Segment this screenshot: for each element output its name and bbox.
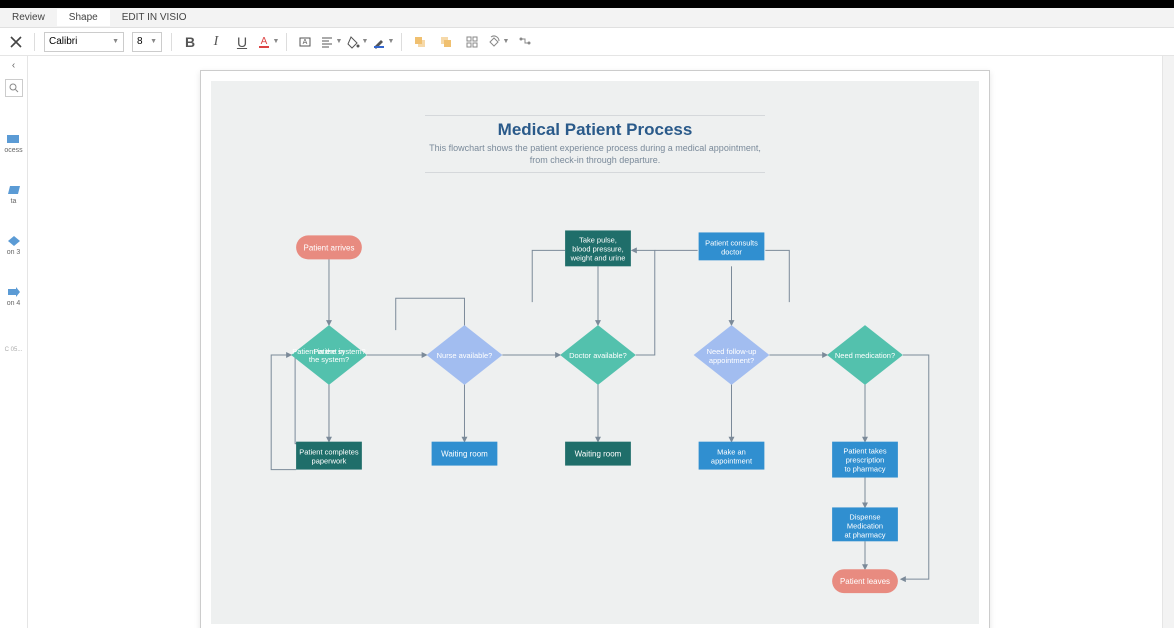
svg-text:Make an: Make an (717, 448, 746, 457)
chevron-down-icon: ▼ (112, 38, 119, 45)
svg-text:Need medication?: Need medication? (835, 351, 895, 360)
svg-text:Patient takes: Patient takes (843, 447, 886, 456)
tab-review[interactable]: Review (0, 9, 57, 26)
svg-text:Need follow-up: Need follow-up (707, 347, 757, 356)
node-followup[interactable]: Need follow-up appointment? (694, 325, 770, 385)
svg-text:prescription: prescription (846, 456, 885, 465)
font-color-button[interactable]: A ▼ (256, 31, 280, 53)
svg-text:Waiting room: Waiting room (575, 450, 622, 459)
fill-button[interactable]: ▼ (345, 31, 369, 53)
shape-label: C 05... (5, 347, 23, 353)
shapes-panel: ‹ ocess ta on 3 on 4 (0, 56, 28, 628)
svg-text:Medication: Medication (847, 521, 883, 530)
shape-stencil-process[interactable]: ocess (4, 133, 22, 154)
tab-shape[interactable]: Shape (57, 9, 110, 26)
shape-stencil-decision[interactable]: on 3 (7, 235, 21, 256)
bring-forward-button[interactable] (408, 31, 432, 53)
svg-text:at pharmacy: at pharmacy (844, 530, 885, 539)
svg-text:doctor: doctor (721, 247, 742, 256)
svg-text:to pharmacy: to pharmacy (844, 465, 885, 474)
node-make-appointment[interactable]: Make an appointment (699, 442, 765, 470)
send-backward-button[interactable] (434, 31, 458, 53)
svg-text:Doctor available?: Doctor available? (569, 351, 627, 360)
line-color-button[interactable]: ▼ (371, 31, 395, 53)
chevron-down-icon: ▼ (273, 38, 280, 45)
shape-stencil-data[interactable]: ta (7, 184, 21, 205)
node-patient-arrives[interactable]: Patient arrives (296, 235, 362, 259)
shape-label: on 4 (7, 300, 21, 307)
vertical-scrollbar[interactable] (1162, 56, 1174, 628)
node-take-vitals[interactable]: Take pulse, blood pressure, weight and u… (565, 230, 631, 266)
chevron-down-icon: ▼ (362, 38, 369, 45)
chevron-down-icon: ▼ (388, 38, 395, 45)
node-nurse-available[interactable]: Nurse available? (427, 325, 503, 385)
svg-text:Patient arrives: Patient arrives (304, 243, 355, 252)
svg-text:Take pulse,: Take pulse, (579, 235, 617, 244)
node-waiting-room-2[interactable]: Waiting room (565, 442, 631, 466)
font-size: 8 (137, 36, 143, 47)
svg-text:A: A (260, 36, 267, 47)
chevron-down-icon: ▼ (503, 38, 510, 45)
chevron-down-icon: ▼ (336, 38, 343, 45)
group-button[interactable] (460, 31, 484, 53)
separator (286, 33, 287, 51)
svg-text:appointment?: appointment? (709, 356, 754, 365)
tab-edit-in-visio[interactable]: EDIT IN VISIO (110, 9, 199, 26)
svg-text:Waiting room: Waiting room (441, 450, 488, 459)
svg-text:Patient completes: Patient completes (299, 448, 359, 457)
canvas[interactable]: Medical Patient Process This flowchart s… (28, 56, 1162, 628)
node-patient-in-system[interactable]: Patient in the system? Patient in the sy… (291, 325, 367, 385)
font-size-select[interactable]: 8 ▼ (132, 32, 162, 52)
separator (171, 33, 172, 51)
node-paperwork[interactable]: Patient completes paperwork (296, 442, 362, 470)
svg-text:Dispense: Dispense (849, 512, 880, 521)
node-doctor-available[interactable]: Doctor available? (560, 325, 636, 385)
title-bar (0, 0, 1174, 8)
bold-button[interactable]: B (178, 31, 202, 53)
svg-text:Nurse available?: Nurse available? (437, 351, 493, 360)
align-button[interactable]: ▼ (319, 31, 343, 53)
toolbar: Calibri ▼ 8 ▼ B I U A ▼ A ▼ ▼ ▼ (0, 28, 1174, 56)
shape-label: ta (11, 198, 17, 205)
close-button[interactable] (4, 31, 28, 53)
svg-text:blood pressure,: blood pressure, (572, 244, 623, 253)
separator (401, 33, 402, 51)
chevron-down-icon: ▼ (150, 38, 157, 45)
node-need-medication[interactable]: Need medication? (827, 325, 903, 385)
arrange-button[interactable] (512, 31, 536, 53)
svg-text:Patient leaves: Patient leaves (840, 577, 890, 586)
node-waiting-room-1[interactable]: Waiting room (432, 442, 498, 466)
separator (34, 33, 35, 51)
shape-stencil-more[interactable]: C 05... (5, 347, 23, 353)
underline-button[interactable]: U (230, 31, 254, 53)
node-consults-doctor[interactable]: Patient consults doctor (699, 232, 765, 260)
flowchart-svg: Patient arrives Patient in the system? P… (211, 81, 979, 624)
ribbon-tabs: Review Shape EDIT IN VISIO (0, 8, 1174, 28)
svg-text:appointment: appointment (711, 457, 753, 466)
svg-text:paperwork: paperwork (312, 457, 347, 466)
rotate-shape-button[interactable]: ▼ (486, 31, 510, 53)
svg-text:Patient consults: Patient consults (705, 238, 758, 247)
font-name: Calibri (49, 36, 77, 47)
page: Medical Patient Process This flowchart s… (200, 70, 990, 628)
shape-label: on 3 (7, 249, 21, 256)
italic-button[interactable]: I (204, 31, 228, 53)
search-shapes-button[interactable] (5, 79, 23, 97)
text-box-button[interactable]: A (293, 31, 317, 53)
node-prescription[interactable]: Patient takes prescription to pharmacy (832, 442, 898, 478)
svg-text:A: A (303, 39, 308, 46)
font-select[interactable]: Calibri ▼ (44, 32, 124, 52)
svg-text:the system?: the system? (309, 355, 349, 364)
svg-text:weight and urine: weight and urine (570, 253, 626, 262)
collapse-panel-button[interactable]: ‹ (12, 60, 15, 71)
shape-stencil-arrow[interactable]: on 4 (7, 286, 21, 307)
node-patient-leaves[interactable]: Patient leaves (832, 569, 898, 593)
node-dispense[interactable]: Dispense Medication at pharmacy (832, 507, 898, 541)
shape-label: ocess (4, 147, 22, 154)
